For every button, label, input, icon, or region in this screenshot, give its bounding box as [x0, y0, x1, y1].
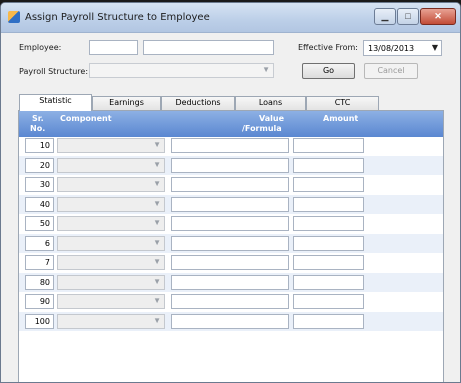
grid-header: Sr. No. Component Value /Formula Amount	[19, 111, 443, 137]
cancel-button[interactable]: Cancel	[364, 63, 418, 79]
value-formula-cell[interactable]	[171, 177, 289, 192]
value-formula-cell[interactable]	[171, 138, 289, 153]
minimize-button[interactable]: ▁	[374, 8, 396, 25]
sr-no-cell[interactable]: 20	[25, 158, 54, 173]
component-combo[interactable]: ▼	[57, 197, 165, 212]
effective-from-value: 13/08/2013	[368, 44, 415, 53]
go-button[interactable]: Go	[302, 63, 355, 79]
value-header-line1: Value	[259, 114, 285, 123]
amount-cell[interactable]	[293, 177, 364, 192]
payroll-structure-combo[interactable]: ▼	[89, 63, 274, 78]
chevron-down-icon[interactable]: ▼	[153, 199, 161, 208]
dropdown-arrow-icon[interactable]: ▼	[432, 43, 438, 52]
employee-code-field[interactable]	[89, 40, 138, 55]
employee-label: Employee:	[19, 43, 62, 52]
value-formula-cell[interactable]	[171, 275, 289, 290]
amount-cell[interactable]	[293, 236, 364, 251]
chevron-down-icon[interactable]: ▼	[153, 140, 161, 149]
amount-cell[interactable]	[293, 275, 364, 290]
amount-cell[interactable]	[293, 216, 364, 231]
amount-cell[interactable]	[293, 158, 364, 173]
chevron-down-icon[interactable]: ▼	[153, 316, 161, 325]
tab-deductions[interactable]: Deductions	[161, 96, 235, 110]
payroll-structure-label: Payroll Structure:	[19, 67, 89, 76]
tab-ctc[interactable]: CTC	[306, 96, 379, 110]
effective-from-datepicker[interactable]: 13/08/2013 ▼	[363, 40, 442, 56]
amount-cell[interactable]	[293, 197, 364, 212]
value-formula-cell[interactable]	[171, 158, 289, 173]
component-combo[interactable]: ▼	[57, 177, 165, 192]
sr-header-line1: Sr.	[32, 114, 44, 123]
value-header-line2: /Formula	[242, 124, 282, 133]
sr-no-cell[interactable]: 30	[25, 177, 54, 192]
sr-no-cell[interactable]: 90	[25, 294, 54, 309]
component-combo[interactable]: ▼	[57, 236, 165, 251]
sr-header-line2: No.	[30, 124, 46, 133]
sr-no-cell[interactable]: 7	[25, 255, 54, 270]
chevron-down-icon[interactable]: ▼	[153, 257, 161, 266]
component-combo[interactable]: ▼	[57, 216, 165, 231]
close-button[interactable]: ✕	[420, 8, 456, 25]
app-icon	[8, 11, 20, 23]
value-formula-cell[interactable]	[171, 314, 289, 329]
value-formula-cell[interactable]	[171, 216, 289, 231]
component-combo[interactable]: ▼	[57, 158, 165, 173]
tab-loans[interactable]: Loans	[235, 96, 306, 110]
chevron-down-icon[interactable]: ▼	[153, 179, 161, 188]
window-title: Assign Payroll Structure to Employee	[25, 12, 210, 23]
amount-cell[interactable]	[293, 255, 364, 270]
amount-cell[interactable]	[293, 294, 364, 309]
component-combo[interactable]: ▼	[57, 314, 165, 329]
maximize-button[interactable]: □	[397, 8, 419, 25]
component-header: Component	[60, 114, 112, 123]
effective-from-label: Effective From:	[298, 43, 358, 52]
value-formula-cell[interactable]	[171, 236, 289, 251]
component-combo[interactable]: ▼	[57, 138, 165, 153]
sr-no-cell[interactable]: 6	[25, 236, 54, 251]
value-formula-cell[interactable]	[171, 197, 289, 212]
component-combo[interactable]: ▼	[57, 275, 165, 290]
chevron-down-icon[interactable]: ▼	[153, 277, 161, 286]
tab-earnings[interactable]: Earnings	[92, 96, 161, 110]
chevron-down-icon[interactable]: ▼	[153, 238, 161, 247]
component-combo[interactable]: ▼	[57, 255, 165, 270]
sr-no-cell[interactable]: 40	[25, 197, 54, 212]
sr-no-cell[interactable]: 100	[25, 314, 54, 329]
assign-payroll-window: Assign Payroll Structure to Employee ▁ □…	[0, 2, 461, 383]
chevron-down-icon[interactable]: ▼	[153, 218, 161, 227]
amount-cell[interactable]	[293, 138, 364, 153]
chevron-down-icon[interactable]: ▼	[262, 65, 270, 74]
tab-statistic[interactable]: Statistic	[19, 94, 92, 111]
value-formula-cell[interactable]	[171, 294, 289, 309]
value-formula-cell[interactable]	[171, 255, 289, 270]
amount-cell[interactable]	[293, 314, 364, 329]
sr-no-cell[interactable]: 50	[25, 216, 54, 231]
chevron-down-icon[interactable]: ▼	[153, 296, 161, 305]
title-bar: Assign Payroll Structure to Employee ▁ □…	[1, 3, 460, 33]
amount-header: Amount	[323, 114, 359, 123]
sr-no-cell[interactable]: 80	[25, 275, 54, 290]
chevron-down-icon[interactable]: ▼	[153, 160, 161, 169]
sr-no-cell[interactable]: 10	[25, 138, 54, 153]
component-combo[interactable]: ▼	[57, 294, 165, 309]
employee-name-field[interactable]	[143, 40, 274, 55]
